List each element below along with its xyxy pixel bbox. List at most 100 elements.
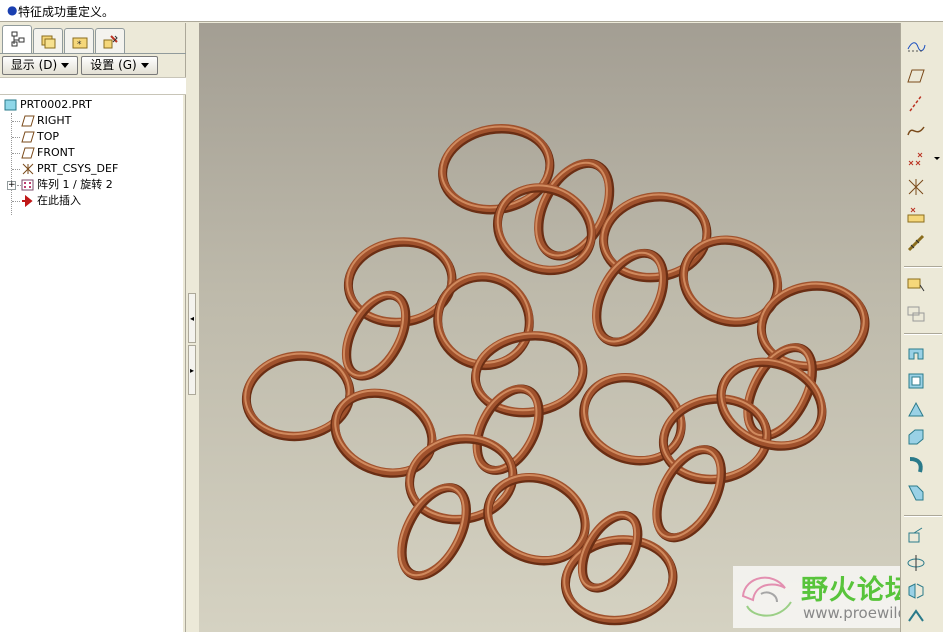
sweep-button[interactable] xyxy=(904,453,928,477)
svg-text:*: * xyxy=(77,40,82,50)
chain-mail-model xyxy=(241,118,870,626)
datum-curve-icon xyxy=(907,126,925,136)
chain-ring[interactable] xyxy=(435,118,557,218)
datum-display-icon xyxy=(907,42,926,52)
tree-item-label: 在此插入 xyxy=(37,194,81,207)
model-tree-icon xyxy=(11,31,25,47)
tree-connector xyxy=(11,113,12,215)
datum-point-icon xyxy=(908,152,923,166)
chevron-left-icon: ◂ xyxy=(190,314,195,323)
tree-item-label: 阵列 1 / 旋转 2 xyxy=(37,178,113,191)
folder-stack-icon xyxy=(41,35,56,49)
tree-branch xyxy=(12,169,20,170)
watermark-title: 野火论坛 xyxy=(801,575,913,606)
tab-favorites[interactable]: * xyxy=(64,28,94,53)
tree-item-label: RIGHT xyxy=(37,114,72,127)
part-icon xyxy=(4,99,17,111)
coordinate-system-button[interactable] xyxy=(904,175,928,199)
axis-pattern-button[interactable] xyxy=(904,551,928,575)
tab-model-tree[interactable] xyxy=(2,25,32,53)
tree-filter-row[interactable] xyxy=(0,77,186,95)
favorites-folder-icon: * xyxy=(72,37,88,50)
tree-item-label: PRT_CSYS_DEF xyxy=(37,162,119,175)
show-dropdown-label: 显示 (D) xyxy=(10,58,58,72)
chevron-right-icon: ▸ xyxy=(190,366,195,375)
chain-ring[interactable] xyxy=(671,225,790,336)
toolbar-separator xyxy=(904,515,942,517)
chevron-down-icon xyxy=(140,63,149,68)
pattern-icon xyxy=(21,179,34,191)
datum-point-button[interactable] xyxy=(904,147,928,171)
coordinate-system-icon xyxy=(22,163,34,175)
toolbar-separator xyxy=(904,266,942,268)
datum-plane-icon xyxy=(907,69,925,83)
paste-button[interactable] xyxy=(904,301,928,325)
navigator-tabs: * xyxy=(0,25,186,53)
datum-feature-toolbar xyxy=(900,23,943,632)
tab-divider xyxy=(0,53,186,54)
tree-branch xyxy=(12,153,20,154)
mirror-icon xyxy=(908,583,924,599)
settings-dropdown-label: 设置 (G) xyxy=(90,58,137,72)
pattern-icon xyxy=(907,555,925,571)
round-icon xyxy=(908,429,924,445)
datum-display-button[interactable] xyxy=(904,35,928,59)
chamfer-button[interactable] xyxy=(904,481,928,505)
paste-icon xyxy=(907,306,925,322)
shell-button[interactable] xyxy=(904,369,928,393)
copy-button[interactable] xyxy=(904,273,928,297)
datum-axis-icon xyxy=(909,94,923,112)
chain-ring[interactable] xyxy=(322,377,445,488)
chevron-down-icon xyxy=(61,63,70,68)
chevron-down-icon xyxy=(934,157,940,160)
navigator-panel: * 显示 (D) 设置 (G) PRT0002.PRT RIGHT TOP FR… xyxy=(0,23,186,632)
extrude-button[interactable] xyxy=(904,341,928,365)
datum-curve-button[interactable] xyxy=(904,119,928,143)
tab-folder-browser[interactable] xyxy=(33,28,63,53)
shell-icon xyxy=(908,373,924,389)
offset-icon xyxy=(908,527,923,543)
draft-button[interactable] xyxy=(904,397,928,421)
message-bar: ● 特征成功重定义。 xyxy=(0,0,943,22)
tree-branch xyxy=(12,137,20,138)
mirror-button[interactable] xyxy=(904,579,928,603)
datum-plane-icon xyxy=(21,147,35,159)
tree-branch xyxy=(12,121,20,122)
datum-point-dropdown[interactable] xyxy=(931,153,941,177)
tree-item-label: TOP xyxy=(37,130,60,143)
chain-ring[interactable] xyxy=(580,241,677,354)
extrude-icon xyxy=(908,348,924,360)
datum-plane-button[interactable] xyxy=(904,64,928,88)
analysis-icon xyxy=(907,207,925,223)
analysis-feature-button[interactable] xyxy=(904,203,928,227)
panel-splitter[interactable]: ◂ ▸ xyxy=(186,23,199,632)
connections-icon xyxy=(103,35,118,49)
expand-panel-handle[interactable]: ▸ xyxy=(188,345,196,395)
tree-root-label: PRT0002.PRT xyxy=(20,98,92,111)
coordinate-system-icon xyxy=(908,179,924,195)
message-text: 特征成功重定义。 xyxy=(18,5,115,19)
settings-dropdown[interactable]: 设置 (G) xyxy=(81,56,158,75)
round-button[interactable] xyxy=(904,425,928,449)
draft-icon xyxy=(908,401,924,417)
merge-button[interactable] xyxy=(904,605,928,629)
expand-icon[interactable]: + xyxy=(7,181,16,190)
offset-button[interactable] xyxy=(904,523,928,547)
datum-axis-button[interactable] xyxy=(904,91,928,115)
graphics-viewport[interactable] xyxy=(199,23,900,632)
collapse-panel-handle[interactable]: ◂ xyxy=(188,293,196,343)
chain-ring[interactable] xyxy=(484,172,605,285)
toolbar-separator xyxy=(904,333,942,335)
model-tree: PRT0002.PRT RIGHT TOP FRONT PRT_CSYS_DEF… xyxy=(0,95,183,632)
chain-ring[interactable] xyxy=(386,476,480,587)
sketch-icon xyxy=(907,234,925,252)
copy-icon xyxy=(907,278,925,292)
sweep-icon xyxy=(909,457,923,473)
sketch-tool-button[interactable] xyxy=(904,231,928,255)
message-bullet-icon: ● xyxy=(7,3,18,17)
datum-plane-icon xyxy=(21,115,35,127)
chamfer-icon xyxy=(908,485,924,501)
show-dropdown[interactable]: 显示 (D) xyxy=(2,56,78,75)
tab-connections[interactable] xyxy=(95,28,125,53)
tree-item-label: FRONT xyxy=(37,146,75,159)
